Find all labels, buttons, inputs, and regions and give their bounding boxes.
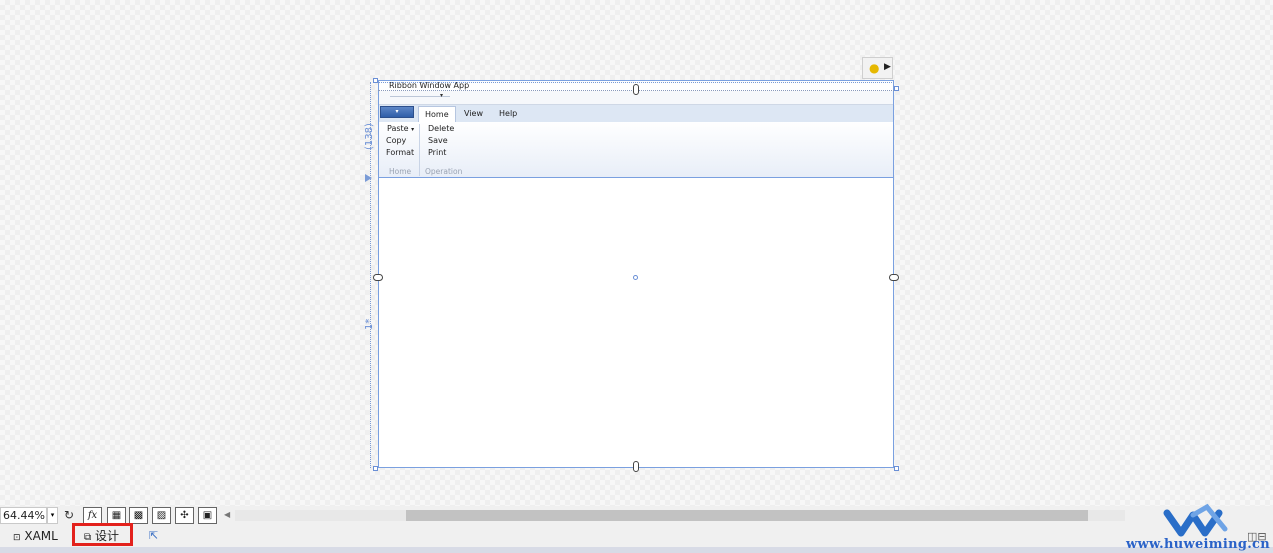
grid-icon[interactable]: ▦ bbox=[107, 507, 126, 524]
center-point-icon[interactable] bbox=[633, 275, 638, 280]
tab-xaml[interactable]: ⊡ XAML bbox=[13, 527, 58, 547]
ribbon-tab-strip bbox=[379, 105, 893, 122]
watermark-text: www.huweiming.cn bbox=[1126, 537, 1271, 552]
ribbon-tab-view[interactable]: View bbox=[458, 106, 489, 122]
resize-handle-top-right[interactable] bbox=[894, 86, 899, 91]
caret-right-icon: ▶ bbox=[884, 62, 891, 72]
print-button[interactable]: Print bbox=[428, 147, 446, 159]
group-caption-operation: Operation bbox=[425, 167, 463, 176]
artboard-background-icon[interactable]: ▨ bbox=[152, 507, 171, 524]
refresh-icon[interactable]: ↻ bbox=[64, 508, 74, 522]
design-icon: ⧉ bbox=[84, 532, 92, 543]
scrollbar-thumb[interactable] bbox=[406, 510, 1088, 521]
xaml-icon: ⊡ bbox=[13, 533, 21, 543]
ribbon-tab-help[interactable]: Help bbox=[493, 106, 523, 122]
row-height-star-label[interactable]: 1* bbox=[364, 319, 375, 330]
zoom-dropdown-icon[interactable]: ▾ bbox=[47, 507, 58, 524]
margin-link-right-icon[interactable] bbox=[889, 274, 899, 281]
qat-dropdown-icon[interactable]: ▾ bbox=[440, 92, 443, 99]
save-button[interactable]: Save bbox=[428, 135, 448, 147]
zoom-input[interactable]: 64.44% bbox=[0, 507, 47, 524]
tab-design[interactable]: ⧉ 设计 bbox=[84, 527, 119, 547]
snap-lines-icon[interactable]: ✣ bbox=[175, 507, 194, 524]
lightbulb-icon: ● bbox=[869, 61, 880, 75]
group-separator bbox=[419, 124, 420, 176]
resize-handle-bottom-right[interactable] bbox=[894, 466, 899, 471]
margin-link-top-icon[interactable] bbox=[633, 84, 639, 95]
ribbon-tab-home[interactable]: Home bbox=[418, 106, 456, 122]
watermark-logo-icon bbox=[1163, 503, 1228, 537]
scroll-left-icon[interactable]: ◀ bbox=[224, 510, 230, 519]
row-divider-marker-icon[interactable] bbox=[365, 174, 372, 182]
format-button[interactable]: Format bbox=[386, 147, 414, 159]
resize-handle-bottom-left[interactable] bbox=[373, 466, 378, 471]
margin-link-left-icon[interactable] bbox=[373, 274, 383, 281]
quick-actions-button[interactable]: ● ▶ bbox=[862, 57, 893, 79]
chevron-down-icon: ▾ bbox=[395, 108, 399, 115]
bottom-strip bbox=[0, 547, 1273, 553]
row-height-label[interactable]: (138) bbox=[364, 123, 375, 150]
application-menu-button[interactable]: ▾ bbox=[380, 106, 414, 118]
snap-grid-icon[interactable]: ▩ bbox=[129, 507, 148, 524]
margin-link-bottom-icon[interactable] bbox=[633, 461, 639, 472]
group-caption-home: Home bbox=[389, 167, 412, 176]
chevron-down-icon: ▾ bbox=[411, 126, 415, 133]
device-preview-icon[interactable]: ▣ bbox=[198, 507, 217, 524]
pop-out-icon[interactable]: ⇱ bbox=[149, 529, 158, 542]
resize-handle-top-left[interactable] bbox=[373, 78, 378, 83]
grid-column-guide bbox=[378, 82, 894, 83]
copy-button[interactable]: Copy bbox=[386, 135, 406, 147]
fx-button[interactable]: fx bbox=[83, 507, 102, 524]
delete-button[interactable]: Delete bbox=[428, 123, 454, 135]
